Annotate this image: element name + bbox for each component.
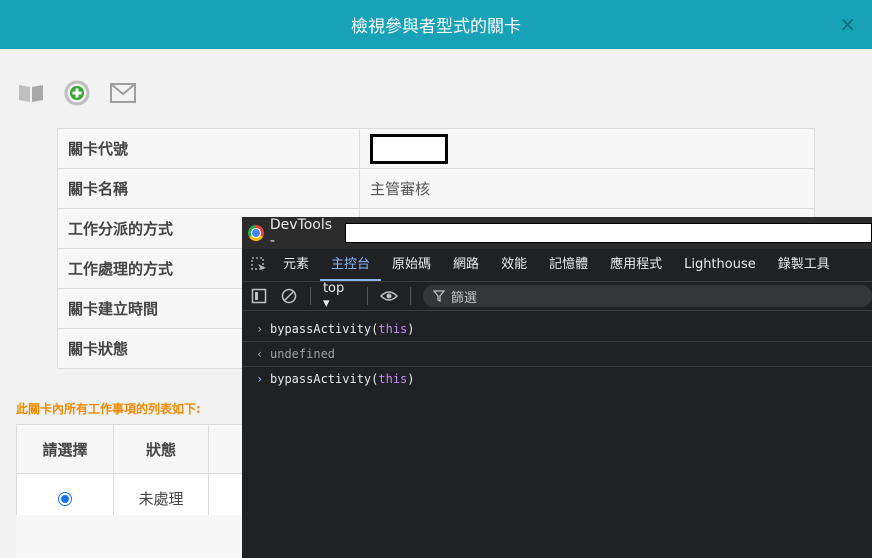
table-row: 關卡代號 bbox=[57, 128, 815, 169]
toolbar-divider bbox=[409, 287, 411, 305]
task-radio-button[interactable] bbox=[58, 491, 72, 506]
sidebar-toggle-icon[interactable] bbox=[250, 287, 268, 305]
devtools-titlebar: DevTools - bbox=[242, 217, 872, 249]
stage-id-label: 關卡代號 bbox=[57, 128, 360, 169]
inspect-element-icon[interactable] bbox=[250, 256, 268, 274]
redacted-url-box bbox=[344, 223, 872, 243]
action-toolbar bbox=[16, 78, 138, 108]
status-column-header: 狀態 bbox=[113, 424, 209, 474]
tab-lighthouse[interactable]: Lighthouse bbox=[673, 249, 767, 281]
redacted-box bbox=[370, 133, 448, 164]
console-prompt-line[interactable]: › bypassActivity(this) bbox=[242, 367, 872, 391]
book-icon[interactable] bbox=[16, 78, 46, 108]
tab-sources[interactable]: 原始碼 bbox=[381, 249, 442, 281]
select-column-header: 請選擇 bbox=[16, 424, 114, 474]
toolbar-divider bbox=[309, 287, 311, 305]
console-input-line: › bypassActivity(this) bbox=[242, 317, 872, 342]
chrome-logo-icon bbox=[248, 225, 264, 241]
console-prompt-code: bypassActivity(this) bbox=[270, 372, 415, 386]
console-filter-input[interactable]: 篩選 bbox=[422, 285, 872, 307]
tab-application[interactable]: 應用程式 bbox=[599, 249, 673, 281]
devtools-window: DevTools - 元素 主控台 原始碼 網路 效能 記憶體 應用程式 Lig… bbox=[242, 217, 872, 558]
dialog-title: 檢視參與者型式的關卡 bbox=[351, 17, 521, 37]
tab-memory[interactable]: 記憶體 bbox=[538, 249, 599, 281]
eye-icon[interactable] bbox=[379, 287, 398, 305]
console-toolbar: top ▾ 篩選 bbox=[242, 281, 872, 311]
devtools-tab-bar: 元素 主控台 原始碼 網路 效能 記憶體 應用程式 Lighthouse 錄製工… bbox=[242, 249, 872, 282]
prompt-chevron-icon: › bbox=[256, 372, 264, 386]
refresh-add-icon[interactable] bbox=[62, 78, 92, 108]
task-list-caption: 此關卡內所有工作事項的列表如下: bbox=[16, 402, 201, 416]
tab-console[interactable]: 主控台 bbox=[320, 249, 382, 281]
tab-performance[interactable]: 效能 bbox=[490, 249, 538, 281]
stage-name-label: 關卡名稱 bbox=[57, 168, 360, 209]
tab-elements[interactable]: 元素 bbox=[272, 249, 320, 281]
console-output: › bypassActivity(this) ‹ undefined › byp… bbox=[242, 311, 872, 391]
stage-name-value: 主管審核 bbox=[359, 168, 815, 209]
return-arrow-icon: ‹ bbox=[256, 347, 264, 361]
toolbar-divider bbox=[366, 287, 368, 305]
chevron-right-icon: › bbox=[256, 322, 264, 336]
context-selector[interactable]: top ▾ bbox=[323, 281, 355, 311]
stage-id-value bbox=[359, 128, 815, 169]
table-row: 關卡名稱 主管審核 bbox=[57, 168, 815, 209]
filter-icon bbox=[432, 290, 445, 302]
console-result-line: ‹ undefined bbox=[242, 342, 872, 367]
filter-placeholder: 篩選 bbox=[450, 290, 477, 306]
console-result: undefined bbox=[270, 347, 336, 361]
console-code: bypassActivity(this) bbox=[270, 322, 415, 336]
mail-icon[interactable] bbox=[108, 78, 138, 108]
clear-console-icon[interactable] bbox=[280, 287, 298, 305]
dialog-header: 檢視參與者型式的關卡 × bbox=[0, 0, 872, 49]
tab-recorder[interactable]: 錄製工具 bbox=[767, 249, 841, 281]
tab-network[interactable]: 網路 bbox=[442, 249, 490, 281]
close-icon[interactable]: × bbox=[839, 14, 856, 34]
devtools-title: DevTools - bbox=[269, 217, 333, 249]
